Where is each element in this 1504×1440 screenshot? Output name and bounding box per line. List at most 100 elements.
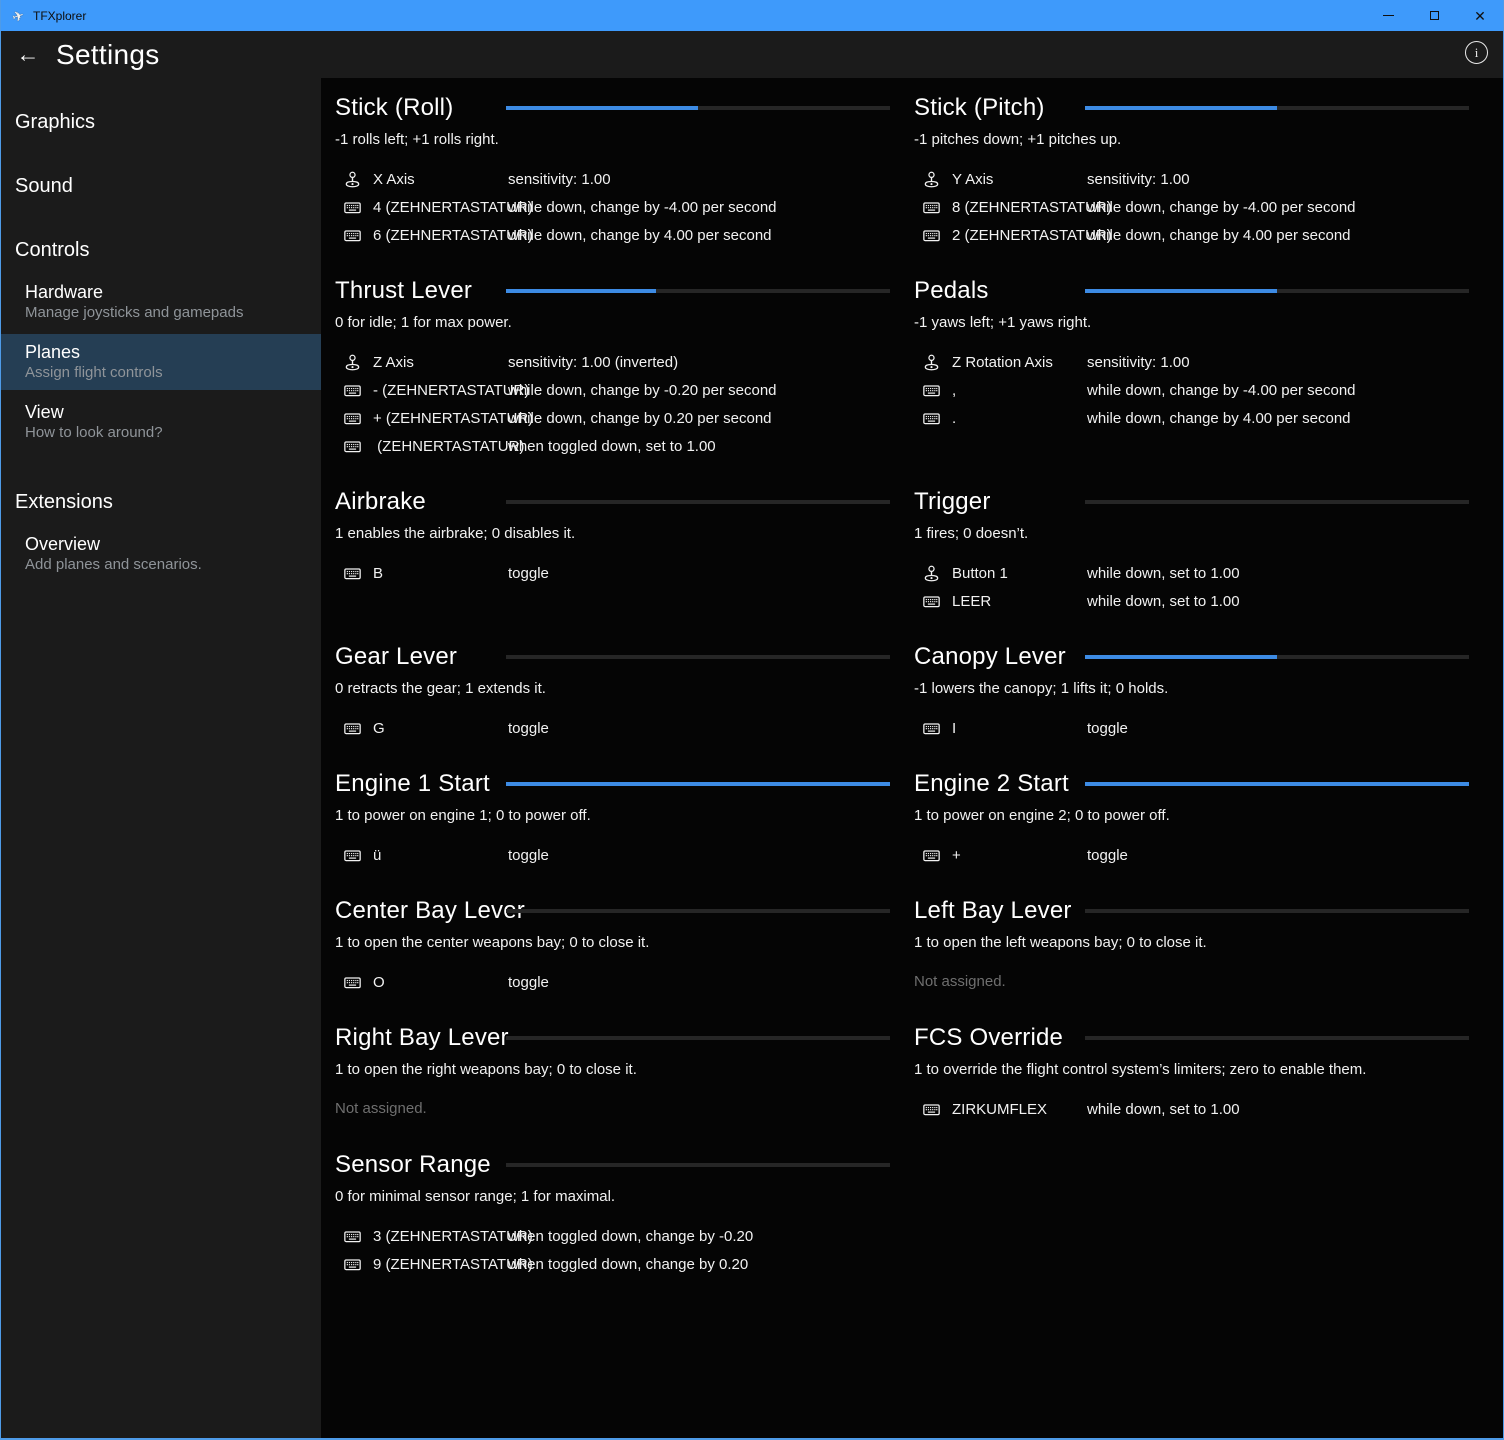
binding-row[interactable]: Button 1 while down, set to 1.00 bbox=[914, 559, 1469, 587]
value-bar bbox=[1085, 500, 1469, 504]
keyboard-icon bbox=[923, 847, 940, 864]
binding-row[interactable]: 3 (ZEHNERTASTATUR) when toggled down, ch… bbox=[335, 1222, 890, 1250]
binding-row[interactable]: B toggle bbox=[335, 559, 890, 587]
binding-row[interactable]: Z Rotation Axis sensitivity: 1.00 bbox=[914, 348, 1469, 376]
binding-rows: B toggle bbox=[335, 559, 890, 587]
binding-rows: Y Axis sensitivity: 1.00 8 (ZEHNERTASTAT… bbox=[914, 165, 1469, 249]
back-button[interactable]: ← bbox=[15, 40, 41, 70]
sidebar-item-graphics[interactable]: Graphics bbox=[1, 102, 321, 142]
section-header: Trigger bbox=[914, 486, 1469, 520]
value-bar bbox=[1085, 909, 1469, 913]
section-engine-1-start: Engine 1 Start 1 to power on engine 1; 0… bbox=[335, 768, 890, 869]
section-header: Sensor Range bbox=[335, 1149, 890, 1183]
binding-row[interactable]: + toggle bbox=[914, 841, 1469, 869]
binding-action: toggle bbox=[508, 974, 890, 991]
keyboard-icon bbox=[344, 720, 361, 737]
binding-row[interactable]: 8 (ZEHNERTASTATUR) while down, change by… bbox=[914, 193, 1469, 221]
binding-action: while down, change by -4.00 per second bbox=[1087, 199, 1469, 216]
sidebar-group-controls[interactable]: Controls bbox=[1, 230, 321, 270]
binding-rows: I toggle bbox=[914, 714, 1469, 742]
binding-row[interactable]: I toggle bbox=[914, 714, 1469, 742]
binding-row[interactable]: . while down, change by 4.00 per second bbox=[914, 404, 1469, 432]
keyboard-icon bbox=[344, 438, 361, 455]
binding-rows: Z Rotation Axis sensitivity: 1.00 , whil… bbox=[914, 348, 1469, 432]
binding-action: while down, set to 1.00 bbox=[1087, 565, 1469, 582]
section-stick-pitch: Stick (Pitch) -1 pitches down; +1 pitche… bbox=[914, 92, 1469, 249]
binding-action: toggle bbox=[1087, 847, 1469, 864]
binding-row[interactable]: O toggle bbox=[335, 968, 890, 996]
keyboard-icon bbox=[344, 974, 361, 991]
binding-row[interactable]: 2 (ZEHNERTASTATUR) while down, change by… bbox=[914, 221, 1469, 249]
binding-row[interactable]: LEER while down, set to 1.00 bbox=[914, 587, 1469, 615]
binding-rows: ü toggle bbox=[335, 841, 890, 869]
controls-panel: Stick (Roll) -1 rolls left; +1 rolls rig… bbox=[321, 78, 1503, 1438]
minimize-button[interactable] bbox=[1365, 0, 1411, 31]
not-assigned-label: Not assigned. bbox=[914, 968, 1469, 996]
sidebar-item-subtitle: Add planes and scenarios. bbox=[25, 555, 321, 575]
binding-row[interactable]: - (ZEHNERTASTATUR) while down, change by… bbox=[335, 376, 890, 404]
sidebar-item-planes[interactable]: Planes Assign flight controls bbox=[1, 334, 321, 390]
section-header: Stick (Roll) bbox=[335, 92, 890, 126]
page-title: Settings bbox=[56, 39, 160, 71]
binding-row[interactable]: G toggle bbox=[335, 714, 890, 742]
binding-row[interactable]: Y Axis sensitivity: 1.00 bbox=[914, 165, 1469, 193]
settings-header: ← Settings i bbox=[1, 31, 1503, 78]
binding-row[interactable]: (ZEHNERTASTATUR) when toggled down, set … bbox=[335, 432, 890, 460]
section-center-bay-lever: Center Bay Lever 1 to open the center we… bbox=[335, 895, 890, 996]
binding-input: + bbox=[952, 847, 1087, 864]
section-sensor-range: Sensor Range 0 for minimal sensor range;… bbox=[335, 1149, 890, 1278]
binding-action: while down, change by -4.00 per second bbox=[508, 199, 890, 216]
binding-row[interactable]: 6 (ZEHNERTASTATUR) while down, change by… bbox=[335, 221, 890, 249]
value-bar bbox=[506, 1163, 890, 1167]
binding-row[interactable]: 9 (ZEHNERTASTATUR) when toggled down, ch… bbox=[335, 1250, 890, 1278]
binding-action: while down, change by -0.20 per second bbox=[508, 382, 890, 399]
joystick-icon bbox=[923, 354, 940, 371]
section-header: Stick (Pitch) bbox=[914, 92, 1469, 126]
binding-row[interactable]: 4 (ZEHNERTASTATUR) while down, change by… bbox=[335, 193, 890, 221]
close-button[interactable]: ✕ bbox=[1457, 0, 1503, 31]
sidebar-item-subtitle: Manage joysticks and gamepads bbox=[25, 303, 321, 323]
value-bar-fill bbox=[506, 106, 698, 110]
sidebar-item-label: Planes bbox=[25, 341, 321, 363]
keyboard-icon bbox=[923, 382, 940, 399]
keyboard-icon bbox=[923, 227, 940, 244]
keyboard-icon bbox=[344, 565, 361, 582]
section-description: 1 to open the right weapons bay; 0 to cl… bbox=[335, 1060, 890, 1080]
info-button[interactable]: i bbox=[1465, 41, 1488, 64]
value-bar bbox=[1085, 655, 1469, 659]
binding-input: Z Axis bbox=[373, 354, 508, 371]
binding-action: while down, change by 0.20 per second bbox=[508, 410, 890, 427]
maximize-icon bbox=[1430, 11, 1439, 20]
binding-action: while down, change by 4.00 per second bbox=[1087, 410, 1469, 427]
binding-action: while down, change by -4.00 per second bbox=[1087, 382, 1469, 399]
binding-row[interactable]: + (ZEHNERTASTATUR) while down, change by… bbox=[335, 404, 890, 432]
sidebar-item-view[interactable]: View How to look around? bbox=[1, 394, 321, 450]
section-airbrake: Airbrake 1 enables the airbrake; 0 disab… bbox=[335, 486, 890, 615]
settings-sidebar: Graphics Sound Controls Hardware Manage … bbox=[1, 78, 321, 1438]
section-header: Pedals bbox=[914, 275, 1469, 309]
sidebar-item-sound[interactable]: Sound bbox=[1, 166, 321, 206]
binding-row[interactable]: X Axis sensitivity: 1.00 bbox=[335, 165, 890, 193]
section-description: -1 lowers the canopy; 1 lifts it; 0 hold… bbox=[914, 679, 1469, 699]
binding-input: Button 1 bbox=[952, 565, 1087, 582]
binding-input: + (ZEHNERTASTATUR) bbox=[373, 410, 508, 427]
binding-row[interactable]: ü toggle bbox=[335, 841, 890, 869]
sidebar-item-hardware[interactable]: Hardware Manage joysticks and gamepads bbox=[1, 274, 321, 330]
maximize-button[interactable] bbox=[1411, 0, 1457, 31]
section-thrust-lever: Thrust Lever 0 for idle; 1 for max power… bbox=[335, 275, 890, 460]
value-bar-fill bbox=[506, 782, 890, 786]
value-bar bbox=[506, 782, 890, 786]
keyboard-icon bbox=[344, 227, 361, 244]
section-header: Center Bay Lever bbox=[335, 895, 890, 929]
section-header: Canopy Lever bbox=[914, 641, 1469, 675]
binding-row[interactable]: , while down, change by -4.00 per second bbox=[914, 376, 1469, 404]
sidebar-group-extensions[interactable]: Extensions bbox=[1, 482, 321, 522]
section-header: Airbrake bbox=[335, 486, 890, 520]
sidebar-item-overview[interactable]: Overview Add planes and scenarios. bbox=[1, 526, 321, 582]
binding-row[interactable]: Z Axis sensitivity: 1.00 (inverted) bbox=[335, 348, 890, 376]
binding-rows: O toggle bbox=[335, 968, 890, 996]
binding-row[interactable]: ZIRKUMFLEX while down, set to 1.00 bbox=[914, 1095, 1469, 1123]
binding-action: when toggled down, change by 0.20 bbox=[508, 1256, 890, 1273]
binding-input: Y Axis bbox=[952, 171, 1087, 188]
binding-rows: 3 (ZEHNERTASTATUR) when toggled down, ch… bbox=[335, 1222, 890, 1278]
